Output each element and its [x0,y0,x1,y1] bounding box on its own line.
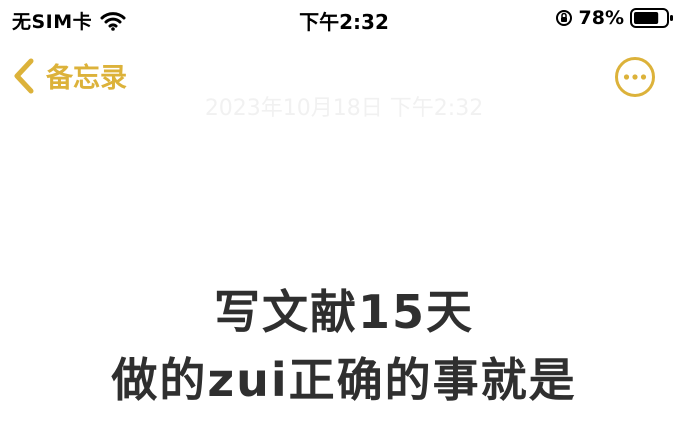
note-line-1: 写文献15天 [213,285,474,339]
battery-percent: 78% [578,7,624,29]
status-bar: 无SIM卡 下午2:32 78% [0,0,688,40]
note-date: 2023年10月18日 下午2:32 [204,96,484,121]
battery-icon [630,8,673,28]
note-body[interactable]: 写文献15天 做的zui正确的事就是 [0,278,688,414]
status-right: 78% [555,7,674,29]
note-line-2: 做的zui正确的事就是 [111,353,577,407]
chevron-left-icon [14,58,34,93]
orientation-lock-icon [555,10,572,26]
